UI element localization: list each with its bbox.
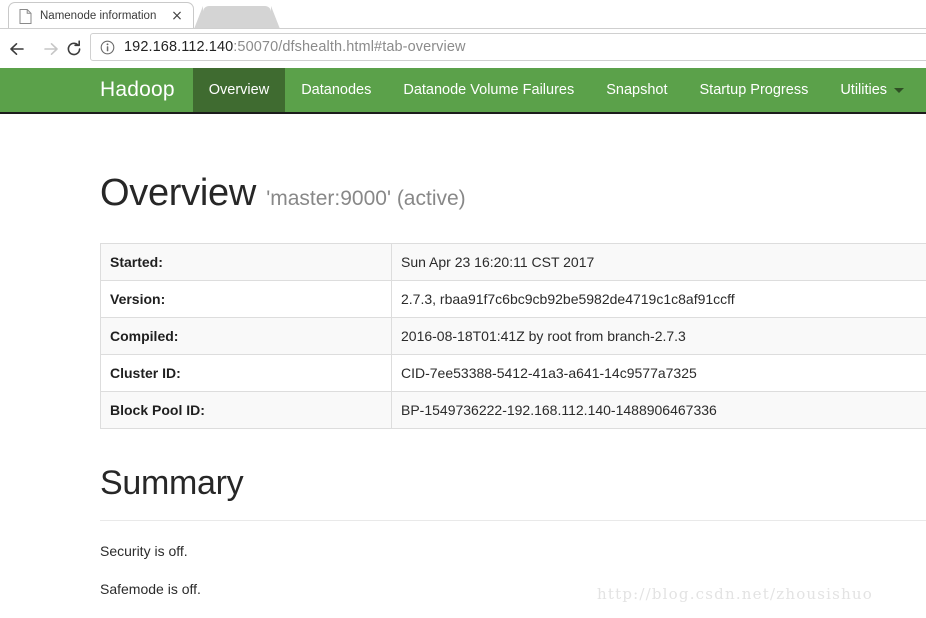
nav-item-overview-label: Overview (208, 82, 270, 98)
url-host: 192.168.112.140 (124, 39, 234, 55)
browser-tab-inactive[interactable] (194, 6, 280, 29)
summary-line-security: Security is off. (100, 543, 188, 559)
page-content: Overview 'master:9000' (active) Started:… (0, 114, 926, 597)
content-container: Overview 'master:9000' (active) Started:… (0, 114, 926, 597)
browser-chrome: Namenode information × 192.168.112.140:5… (0, 0, 926, 68)
table-row: Version: 2.7.3, rbaa91f7c6bc9cb92be5982d… (100, 280, 926, 318)
browser-toolbar: 192.168.112.140:50070/dfshealth.html#tab… (0, 29, 926, 68)
navbar-inner: Hadoop Overview Datanodes Datanode Volum… (0, 68, 926, 112)
row-value-version: 2.7.3, rbaa91f7c6bc9cb92be5982de4719c1c8… (391, 280, 926, 318)
nav-item-overview[interactable]: Overview (192, 68, 286, 112)
table-row: Cluster ID: CID-7ee53388-5412-41a3-a641-… (100, 354, 926, 392)
summary-title: Summary (100, 464, 244, 502)
overview-info-table: Started: Sun Apr 23 16:20:11 CST 2017 Ve… (100, 243, 926, 429)
nav-item-datanodes-label: Datanodes (301, 82, 372, 98)
page-title: Overview 'master:9000' (active) (100, 114, 926, 212)
nav-item-snapshot[interactable]: Snapshot (590, 68, 683, 112)
nav-item-datanodes[interactable]: Datanodes (285, 68, 387, 112)
row-key-compiled: Compiled: (100, 317, 392, 355)
nav-item-utilities[interactable]: Utilities (824, 68, 920, 112)
chevron-down-icon (894, 87, 905, 93)
nav-item-snapshot-label: Snapshot (606, 82, 668, 98)
nav-item-datanode-volume-failures[interactable]: Datanode Volume Failures (387, 68, 590, 112)
overview-info-table-body: Started: Sun Apr 23 16:20:11 CST 2017 Ve… (100, 243, 926, 429)
table-row: Started: Sun Apr 23 16:20:11 CST 2017 (100, 243, 926, 281)
row-key-block-pool-id: Block Pool ID: (100, 391, 392, 429)
nav-item-startup-progress-label: Startup Progress (699, 82, 809, 98)
back-arrow-icon[interactable] (3, 35, 31, 63)
table-row: Compiled: 2016-08-18T01:41Z by root from… (100, 317, 926, 355)
watermark: http://blog.csdn.net/zhousishuo (597, 585, 874, 603)
table-row: Block Pool ID: BP-1549736222-192.168.112… (100, 391, 926, 429)
close-icon[interactable]: × (169, 8, 185, 24)
row-key-started: Started: (100, 243, 392, 281)
hadoop-navbar: Hadoop Overview Datanodes Datanode Volum… (0, 68, 926, 114)
page-title-text: Overview (100, 172, 256, 214)
nav-item-startup-progress[interactable]: Startup Progress (684, 68, 825, 112)
navbar-brand[interactable]: Hadoop (100, 68, 193, 112)
site-info-icon[interactable] (100, 40, 115, 55)
page-icon (19, 8, 32, 24)
browser-tabstrip: Namenode information × (0, 0, 926, 29)
row-value-block-pool-id: BP-1549736222-192.168.112.140-1488906467… (391, 391, 926, 429)
reload-icon[interactable] (60, 35, 88, 63)
row-value-started: Sun Apr 23 16:20:11 CST 2017 (391, 243, 926, 281)
url-text: 192.168.112.140:50070/dfshealth.html#tab… (124, 39, 466, 55)
url-path: :50070/dfshealth.html#tab-overview (233, 39, 466, 55)
row-key-version: Version: (100, 280, 392, 318)
row-value-compiled: 2016-08-18T01:41Z by root from branch-2.… (391, 317, 926, 355)
nav-item-datanode-volume-failures-label: Datanode Volume Failures (403, 82, 575, 98)
page-title-subtitle: 'master:9000' (active) (266, 187, 466, 210)
nav-item-utilities-label: Utilities (840, 82, 888, 98)
browser-tab-active[interactable]: Namenode information × (8, 2, 194, 29)
address-bar[interactable]: 192.168.112.140:50070/dfshealth.html#tab… (90, 33, 926, 61)
row-key-cluster-id: Cluster ID: (100, 354, 392, 392)
row-value-cluster-id: CID-7ee53388-5412-41a3-a641-14c9577a7325 (391, 354, 926, 392)
